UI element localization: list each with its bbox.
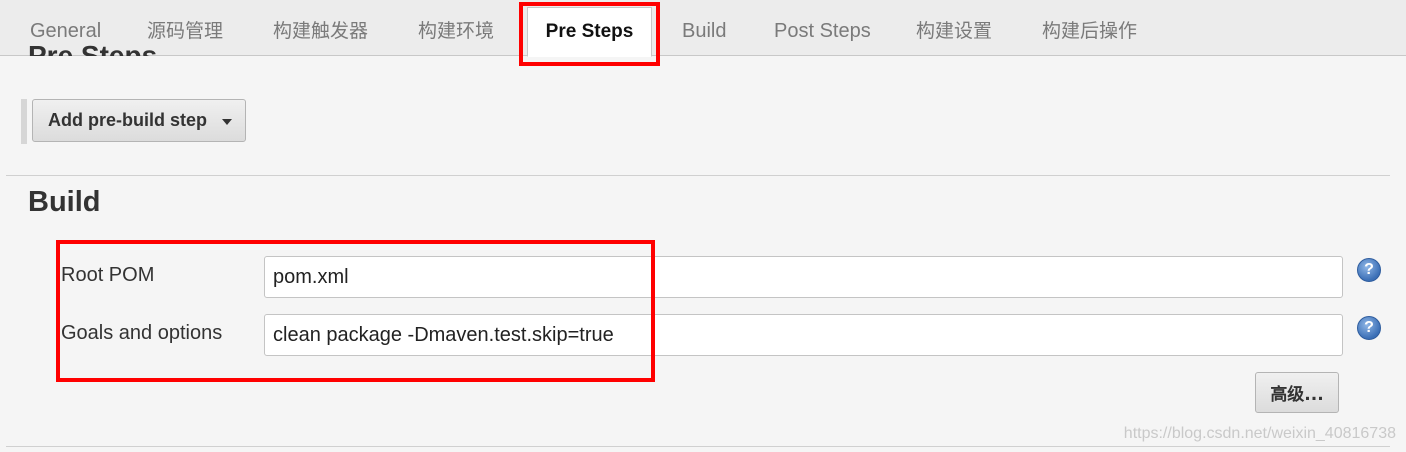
advanced-button[interactable]: 高级... — [1255, 372, 1339, 413]
root-pom-label: Root POM — [61, 264, 155, 286]
caret-down-icon — [222, 119, 232, 125]
goals-options-input[interactable] — [264, 314, 1343, 356]
help-icon-root-pom[interactable]: ? — [1357, 258, 1381, 282]
tab-post-steps[interactable]: Post Steps — [774, 8, 871, 56]
root-pom-input[interactable] — [264, 256, 1343, 298]
step-indicator-bar — [21, 99, 27, 144]
help-icon-goals-options[interactable]: ? — [1357, 316, 1381, 340]
section-divider — [6, 175, 1390, 176]
pre-steps-heading: Pre Steps — [28, 40, 158, 56]
add-pre-build-step-label: Add pre-build step — [48, 110, 207, 130]
build-section-title: Build — [28, 186, 101, 218]
watermark-text: https://blog.csdn.net/weixin_40816738 — [1123, 425, 1396, 442]
add-pre-build-step-button[interactable]: Add pre-build step — [32, 99, 246, 142]
goals-options-label: Goals and options — [61, 322, 223, 344]
tab-bar: General 源码管理 构建触发器 构建环境 Pre Steps Build … — [0, 0, 1406, 57]
tab-pre-steps[interactable]: Pre Steps — [527, 7, 652, 57]
tab-build-settings[interactable]: 构建设置 — [916, 8, 992, 56]
tab-build-triggers[interactable]: 构建触发器 — [273, 8, 368, 56]
bottom-divider — [6, 446, 1390, 447]
tab-post-build-actions[interactable]: 构建后操作 — [1042, 8, 1137, 56]
tab-source-management[interactable]: 源码管理 — [147, 8, 223, 56]
tab-build[interactable]: Build — [682, 8, 726, 56]
tab-build-environment[interactable]: 构建环境 — [418, 8, 494, 56]
